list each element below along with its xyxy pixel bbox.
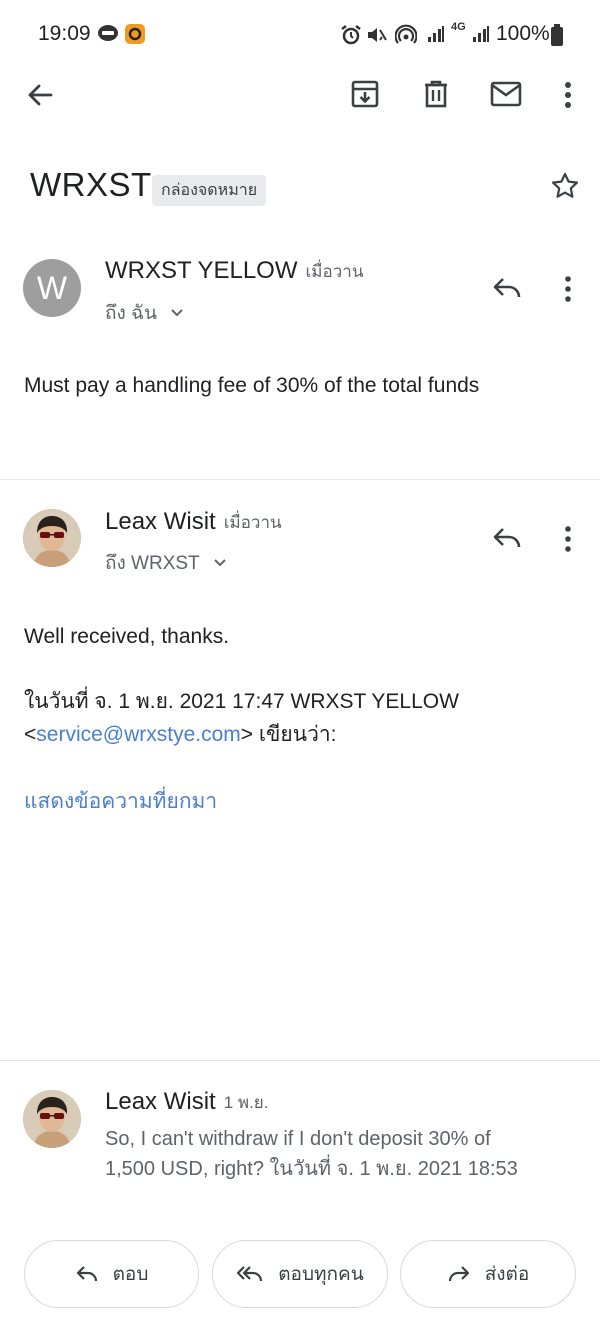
back-arrow-icon [28,84,53,106]
forward-icon [448,1266,469,1282]
message-body: Well received, thanks. [24,625,230,648]
forward-action-button[interactable]: ส่งต่อ [400,1240,576,1308]
thread-subject: WRXST [30,166,152,203]
mute-icon [366,24,388,46]
chevron-down-icon [171,309,183,317]
forward-label: ส่งต่อ [484,1264,530,1285]
sender-name: Leax Wisit [105,1088,216,1115]
profile-photo-icon [23,1090,81,1148]
star-button[interactable] [550,171,580,201]
reply-icon [493,528,521,548]
reply-all-icon [237,1266,263,1282]
message-more-button[interactable] [558,275,578,303]
sender-email-link[interactable]: service@wrxstye.com [36,723,241,746]
snippet-line: So, I can't withdraw if I don't deposit … [105,1128,491,1150]
trash-icon [425,80,447,108]
quote-header-line2: <service@wrxstye.com> เขียนว่า: [24,718,337,751]
recipient-text: ถึง ฉัน [105,303,157,324]
reply-all-label: ตอบทุกคน [278,1264,364,1285]
notification-app-icon [124,23,146,45]
message-time: เมื่อวาน [305,261,364,281]
hotspot-icon [395,24,417,46]
avatar[interactable] [23,509,81,567]
divider [0,1060,600,1061]
reply-all-action-button[interactable]: ตอบทุกคน [212,1240,388,1308]
more-vert-icon [565,526,571,552]
message-more-button[interactable] [558,525,578,553]
sender-name: WRXST YELLOW [105,257,298,284]
message-time: เมื่อวาน [223,512,282,532]
network-type: 4G [451,21,466,33]
quote-header: ในวันที่ จ. 1 พ.ย. 2021 17:47 WRXST YELL… [24,690,459,713]
status-time: 19:09 [38,22,91,45]
avatar[interactable] [23,1090,81,1148]
line-app-icon [97,24,119,44]
collapsed-message[interactable]: Leax Wisit 1 พ.ย. So, I can't withdraw i… [105,1088,585,1184]
message-snippet: So, I can't withdraw if I don't deposit … [105,1124,585,1184]
delete-button[interactable] [421,79,451,109]
archive-button[interactable] [350,79,380,109]
alarm-icon [340,24,362,46]
show-quoted-text-link[interactable]: แสดงข้อความที่ยกมา [24,785,217,818]
quote-open: < [24,723,37,746]
mail-icon [490,81,522,107]
recipient-toggle[interactable]: ถึง WRXST [105,548,228,578]
archive-icon [351,80,379,108]
message-time: 1 พ.ย. [223,1092,269,1112]
snippet-line: 1,500 USD, right? ในวันที่ จ. 1 พ.ย. 202… [105,1158,518,1180]
more-vert-icon [565,82,571,108]
battery-percent: 100% [496,22,550,45]
more-vert-icon [565,276,571,302]
reply-label: ตอบ [112,1264,149,1285]
sender-name: Leax Wisit [105,508,216,535]
reply-action-button[interactable]: ตอบ [24,1240,199,1308]
recipient-toggle[interactable]: ถึง ฉัน [105,298,185,328]
message-header[interactable]: WRXST YELLOW เมื่อวาน [105,257,363,285]
avatar[interactable]: W [23,259,81,317]
mark-unread-button[interactable] [490,81,522,107]
more-options-button[interactable] [558,80,578,110]
reply-icon [493,278,521,298]
battery-icon [550,24,564,46]
inbox-label-chip[interactable]: กล่องจดหมาย [152,175,267,206]
signal-icon-2 [472,25,490,43]
signal-icon [427,25,445,43]
reply-icon [76,1266,97,1282]
recipient-text: ถึง WRXST [105,553,200,574]
profile-photo-icon [23,509,81,567]
message-header: Leax Wisit 1 พ.ย. [105,1088,585,1116]
divider [0,479,600,480]
message-body: Must pay a handling fee of 30% of the to… [24,374,480,397]
reply-button[interactable] [491,525,523,551]
message-header[interactable]: Leax Wisit เมื่อวาน [105,508,282,536]
chevron-down-icon [213,559,226,567]
status-bar: 19:09 4G 100% [0,0,600,70]
reply-button[interactable] [491,275,523,301]
quote-close: > เขียนว่า: [240,723,337,746]
back-button[interactable] [25,80,55,110]
star-icon [551,172,579,198]
